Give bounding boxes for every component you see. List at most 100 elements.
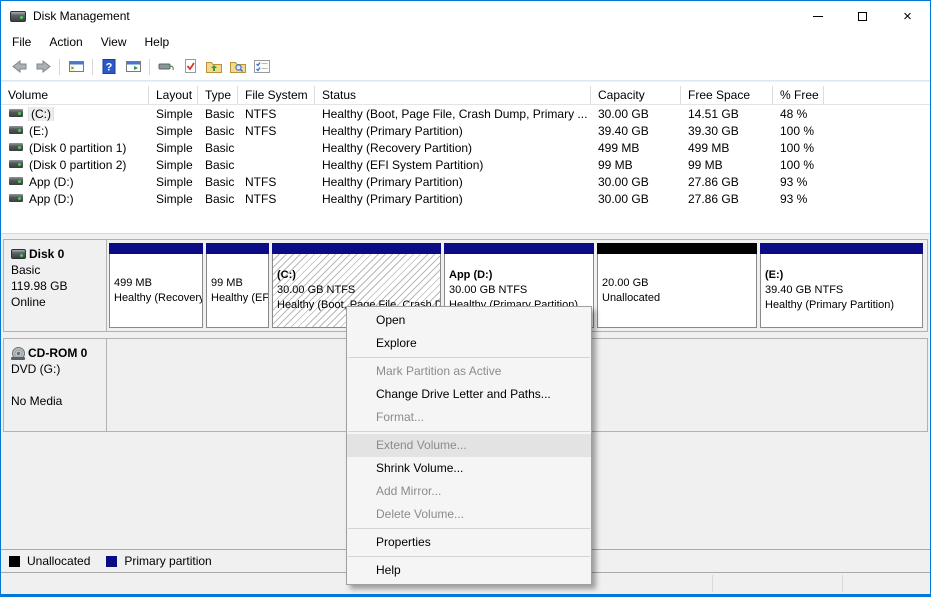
menu-separator [348, 556, 590, 557]
menu-item-explore[interactable]: Explore [347, 332, 591, 355]
disk-management-window: Disk Management × File Action View Help [0, 0, 931, 597]
folder-up-icon [205, 58, 223, 75]
folder-up-button[interactable] [202, 56, 226, 78]
partition-color-bar [597, 243, 757, 254]
check-document-button[interactable] [178, 56, 202, 78]
cdrom-icon [11, 347, 25, 360]
volume-name: (Disk 0 partition 2) [29, 158, 126, 172]
table-row[interactable]: App (D:) Simple Basic NTFS Healthy (Prim… [1, 173, 930, 190]
show-console-tree-button[interactable] [64, 56, 88, 78]
show-action-pane-icon [125, 58, 142, 75]
toolbar-separator [149, 59, 150, 75]
partition-color-bar [444, 243, 594, 254]
status-cell: Healthy (Primary Partition) [315, 175, 591, 189]
menu-file[interactable]: File [3, 32, 40, 52]
partition-size: 99 MB [211, 276, 268, 291]
partition-size: 499 MB [114, 276, 202, 291]
status-bar-separator [842, 575, 843, 592]
partition-status: Healthy (Recovery Partition) [114, 291, 202, 306]
type-cell: Basic [198, 175, 238, 189]
free-space-cell: 499 MB [681, 141, 773, 155]
partition-name: (E:) [765, 268, 922, 283]
menu-item-delete-volume[interactable]: Delete Volume... [347, 503, 591, 526]
svg-text:?: ? [105, 62, 112, 74]
layout-cell: Simple [149, 124, 198, 138]
maximize-icon [858, 12, 867, 21]
menu-item-extend-volume[interactable]: Extend Volume... [347, 434, 591, 457]
volume-icon [9, 126, 23, 134]
partition-color-bar [109, 243, 203, 254]
show-action-pane-button[interactable] [121, 56, 145, 78]
volume-name: App (D:) [29, 192, 74, 206]
menu-item-open[interactable]: Open [347, 309, 591, 332]
capacity-cell: 499 MB [591, 141, 681, 155]
partition-unallocated[interactable]: 20.00 GB Unallocated [597, 243, 757, 328]
table-row[interactable]: (C:) Simple Basic NTFS Healthy (Boot, Pa… [1, 105, 930, 122]
help-button[interactable]: ? [97, 56, 121, 78]
menu-separator [348, 528, 590, 529]
rescan-disks-button[interactable] [154, 56, 178, 78]
column-header-status[interactable]: Status [315, 86, 591, 104]
legend-label-unallocated: Unallocated [27, 554, 90, 568]
maximize-button[interactable] [840, 1, 885, 31]
minimize-button[interactable] [795, 1, 840, 31]
menu-item-add-mirror[interactable]: Add Mirror... [347, 480, 591, 503]
column-header-file-system[interactable]: File System [238, 86, 315, 104]
partition-status: Healthy (Primary Partition) [765, 298, 922, 313]
type-cell: Basic [198, 141, 238, 155]
menu-item-help[interactable]: Help [347, 559, 591, 582]
menu-item-shrink-volume[interactable]: Shrink Volume... [347, 457, 591, 480]
column-header-volume[interactable]: Volume [1, 86, 149, 104]
table-row[interactable]: App (D:) Simple Basic NTFS Healthy (Prim… [1, 190, 930, 207]
table-row[interactable]: (E:) Simple Basic NTFS Healthy (Primary … [1, 122, 930, 139]
table-header: Volume Layout Type File System Status Ca… [1, 86, 930, 105]
column-header-capacity[interactable]: Capacity [591, 86, 681, 104]
status-cell: Healthy (Primary Partition) [315, 124, 591, 138]
menu-help[interactable]: Help [136, 32, 179, 52]
column-header-layout[interactable]: Layout [149, 86, 198, 104]
pct-free-cell: 100 % [773, 124, 824, 138]
back-icon [11, 58, 28, 75]
free-space-cell: 14.51 GB [681, 107, 773, 121]
disk0-label[interactable]: Disk 0 Basic 119.98 GB Online [4, 240, 107, 331]
type-cell: Basic [198, 192, 238, 206]
menu-item-change-drive-letter[interactable]: Change Drive Letter and Paths... [347, 383, 591, 406]
cdrom-label[interactable]: CD-ROM 0 DVD (G:) No Media [4, 339, 107, 431]
status-cell: Healthy (Primary Partition) [315, 192, 591, 206]
volume-name: (Disk 0 partition 1) [29, 141, 126, 155]
status-bar-separator [712, 575, 713, 592]
forward-button[interactable] [31, 56, 55, 78]
table-row[interactable]: (Disk 0 partition 2) Simple Basic Health… [1, 156, 930, 173]
capacity-cell: 39.40 GB [591, 124, 681, 138]
free-space-cell: 99 MB [681, 158, 773, 172]
toolbar-separator [92, 59, 93, 75]
disk0-name: Disk 0 [29, 246, 64, 262]
menu-item-format[interactable]: Format... [347, 406, 591, 429]
menu-view[interactable]: View [92, 32, 136, 52]
free-space-cell: 27.86 GB [681, 175, 773, 189]
volume-list-pane: Volume Layout Type File System Status Ca… [1, 82, 930, 233]
column-header-free-space[interactable]: Free Space [681, 86, 773, 104]
volume-name: (C:) [29, 107, 53, 121]
layout-cell: Simple [149, 107, 198, 121]
column-header-pct-free[interactable]: % Free [773, 86, 824, 104]
volume-icon [9, 160, 23, 168]
back-button[interactable] [7, 56, 31, 78]
folder-search-button[interactable] [226, 56, 250, 78]
column-header-type[interactable]: Type [198, 86, 238, 104]
properties-list-button[interactable] [250, 56, 274, 78]
partition-recovery[interactable]: 499 MB Healthy (Recovery Partition) [109, 243, 203, 328]
partition-color-bar [760, 243, 923, 254]
pct-free-cell: 100 % [773, 158, 824, 172]
status-cell: Healthy (Recovery Partition) [315, 141, 591, 155]
table-row[interactable]: (Disk 0 partition 1) Simple Basic Health… [1, 139, 930, 156]
volume-name: App (D:) [29, 175, 74, 189]
menu-action[interactable]: Action [40, 32, 91, 52]
partition-e[interactable]: (E:) 39.40 GB NTFS Healthy (Primary Part… [760, 243, 923, 328]
menu-item-properties[interactable]: Properties [347, 531, 591, 554]
menu-item-mark-partition-active[interactable]: Mark Partition as Active [347, 360, 591, 383]
volume-icon [9, 194, 23, 202]
close-button[interactable]: × [885, 1, 930, 31]
type-cell: Basic [198, 124, 238, 138]
partition-efi[interactable]: 99 MB Healthy (EFI System Partition) [206, 243, 269, 328]
